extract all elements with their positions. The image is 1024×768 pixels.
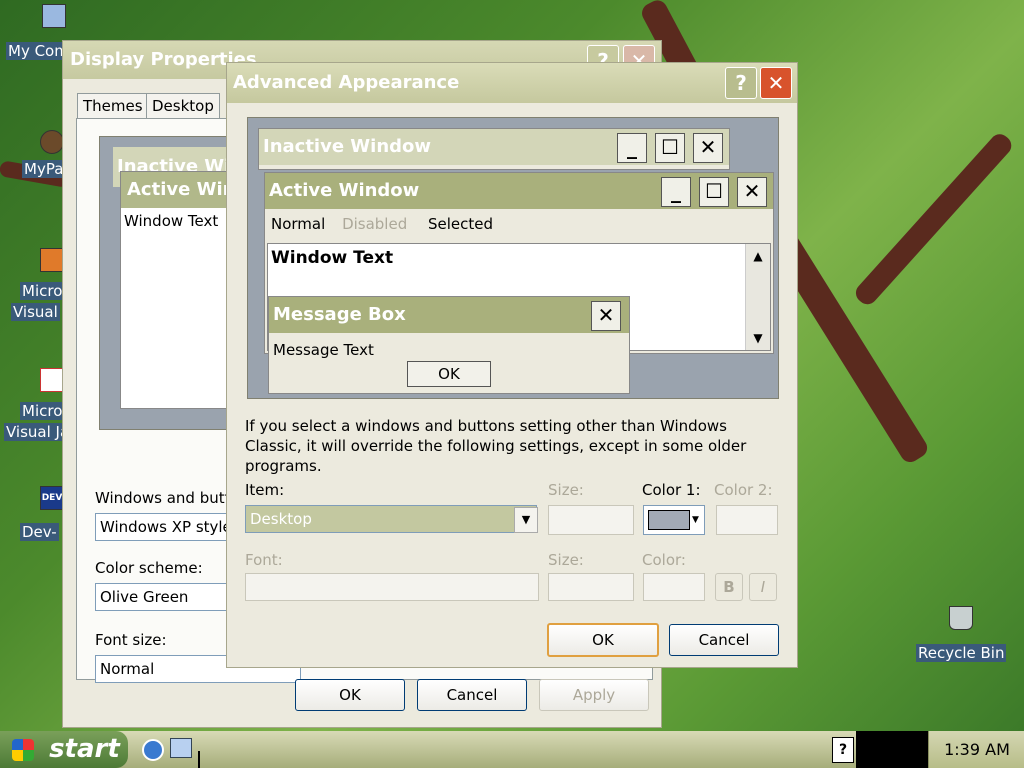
size-label: Size: xyxy=(548,481,584,499)
ok-button[interactable]: OK xyxy=(295,679,405,711)
preview-active-title: Active Window xyxy=(265,173,773,209)
bold-button[interactable]: B xyxy=(715,573,743,601)
start-label: start xyxy=(49,734,120,764)
menu-disabled: Disabled xyxy=(342,215,408,233)
menu-normal: Normal xyxy=(271,215,326,233)
mypal-icon xyxy=(40,130,64,154)
scroll-up-icon: ▲ xyxy=(753,249,763,263)
recycle-bin-icon xyxy=(949,606,973,630)
taskbar-black-area xyxy=(856,731,928,768)
close-icon: ✕ xyxy=(591,301,621,331)
windows-buttons-label: Windows and butto xyxy=(95,489,240,507)
help-button[interactable]: ? xyxy=(725,67,757,99)
maximize-icon: ☐ xyxy=(699,177,729,207)
desktop-icon-label: Visual xyxy=(11,303,60,321)
desktop-icon-recycle-bin[interactable]: Recycle Bin xyxy=(914,606,1007,666)
dev-cpp-icon: DEV xyxy=(40,486,64,510)
font-size-label: Font size: xyxy=(95,631,167,649)
start-button[interactable]: start xyxy=(0,731,128,768)
tab-desktop[interactable]: Desktop xyxy=(146,93,220,119)
font-label: Font: xyxy=(245,551,283,569)
font-color-label: Color: xyxy=(642,551,686,569)
preview-msgbox-ok: OK xyxy=(407,361,491,387)
desktop-icon-label: Recycle Bin xyxy=(916,644,1007,662)
chevron-down-icon: ▼ xyxy=(692,515,699,525)
preview-menubar: Normal Disabled Selected xyxy=(271,215,493,233)
maximize-icon: ☐ xyxy=(655,133,685,163)
font-color-picker[interactable] xyxy=(643,573,705,601)
preview-scrollbar: ▲ ▼ xyxy=(745,244,770,350)
visual-studio-icon xyxy=(40,248,64,272)
chevron-down-icon[interactable]: ▼ xyxy=(514,507,538,533)
close-button[interactable]: ✕ xyxy=(760,67,792,99)
desktop-icon-label: Micro xyxy=(20,282,65,300)
taskbar-separator xyxy=(198,751,200,768)
cancel-button[interactable]: Cancel xyxy=(417,679,527,711)
color2-picker[interactable] xyxy=(716,505,778,535)
preview-window-text: Window Text xyxy=(271,248,394,268)
system-tray-clock: 1:39 AM xyxy=(928,731,1024,768)
help-tray-icon[interactable]: ? xyxy=(832,737,854,763)
color1-swatch xyxy=(648,510,690,530)
windows-logo-icon xyxy=(12,738,34,761)
tab-themes[interactable]: Themes xyxy=(77,93,149,119)
visual-java-icon xyxy=(40,368,64,392)
italic-button[interactable]: I xyxy=(749,573,777,601)
desktop-icon-label: Micro xyxy=(20,402,65,420)
font-select[interactable] xyxy=(245,573,539,601)
desktop-icon-label: MyPa xyxy=(22,160,66,178)
color2-label: Color 2: xyxy=(714,481,773,499)
ok-button[interactable]: OK xyxy=(547,623,659,657)
minimize-icon: _ xyxy=(617,133,647,163)
apply-button[interactable]: Apply xyxy=(539,679,649,711)
advanced-appearance-window: Advanced Appearance ? ✕ Inactive Window … xyxy=(226,62,798,668)
color1-label: Color 1: xyxy=(642,481,701,499)
close-icon: ✕ xyxy=(693,133,723,163)
menu-selected: Selected xyxy=(428,215,494,233)
show-desktop-icon[interactable] xyxy=(170,738,192,758)
item-select[interactable]: Desktop xyxy=(245,505,537,533)
scroll-down-icon: ▼ xyxy=(753,331,763,345)
my-computer-icon xyxy=(42,4,66,28)
size-spinner[interactable] xyxy=(548,505,634,535)
advanced-preview: Inactive Window _ ☐ ✕ Active Window _ ☐ … xyxy=(247,117,779,399)
font-size-label: Size: xyxy=(548,551,584,569)
desktop-icon-label: Dev- xyxy=(20,523,59,541)
branch-decor xyxy=(851,130,1016,309)
minimize-icon: _ xyxy=(661,177,691,207)
font-size-select[interactable] xyxy=(548,573,634,601)
advanced-appearance-title: Advanced Appearance xyxy=(227,63,797,103)
preview-msgbox-title: Message Box xyxy=(269,297,629,333)
info-text: If you select a windows and buttons sett… xyxy=(245,417,747,475)
item-label: Item: xyxy=(245,481,285,499)
cancel-button[interactable]: Cancel xyxy=(669,624,779,656)
color1-picker[interactable]: ▼ xyxy=(643,505,705,535)
taskbar: start ? 1:39 AM xyxy=(0,731,1024,768)
preview-msgbox-text: Message Text xyxy=(273,341,374,359)
close-icon: ✕ xyxy=(737,177,767,207)
preview-inactive-window: Inactive Window _ ☐ ✕ xyxy=(258,128,730,170)
preview-message-box: Message Box ✕ Message Text OK xyxy=(268,296,630,394)
color-scheme-label: Color scheme: xyxy=(95,559,203,577)
internet-explorer-icon[interactable] xyxy=(142,739,164,761)
